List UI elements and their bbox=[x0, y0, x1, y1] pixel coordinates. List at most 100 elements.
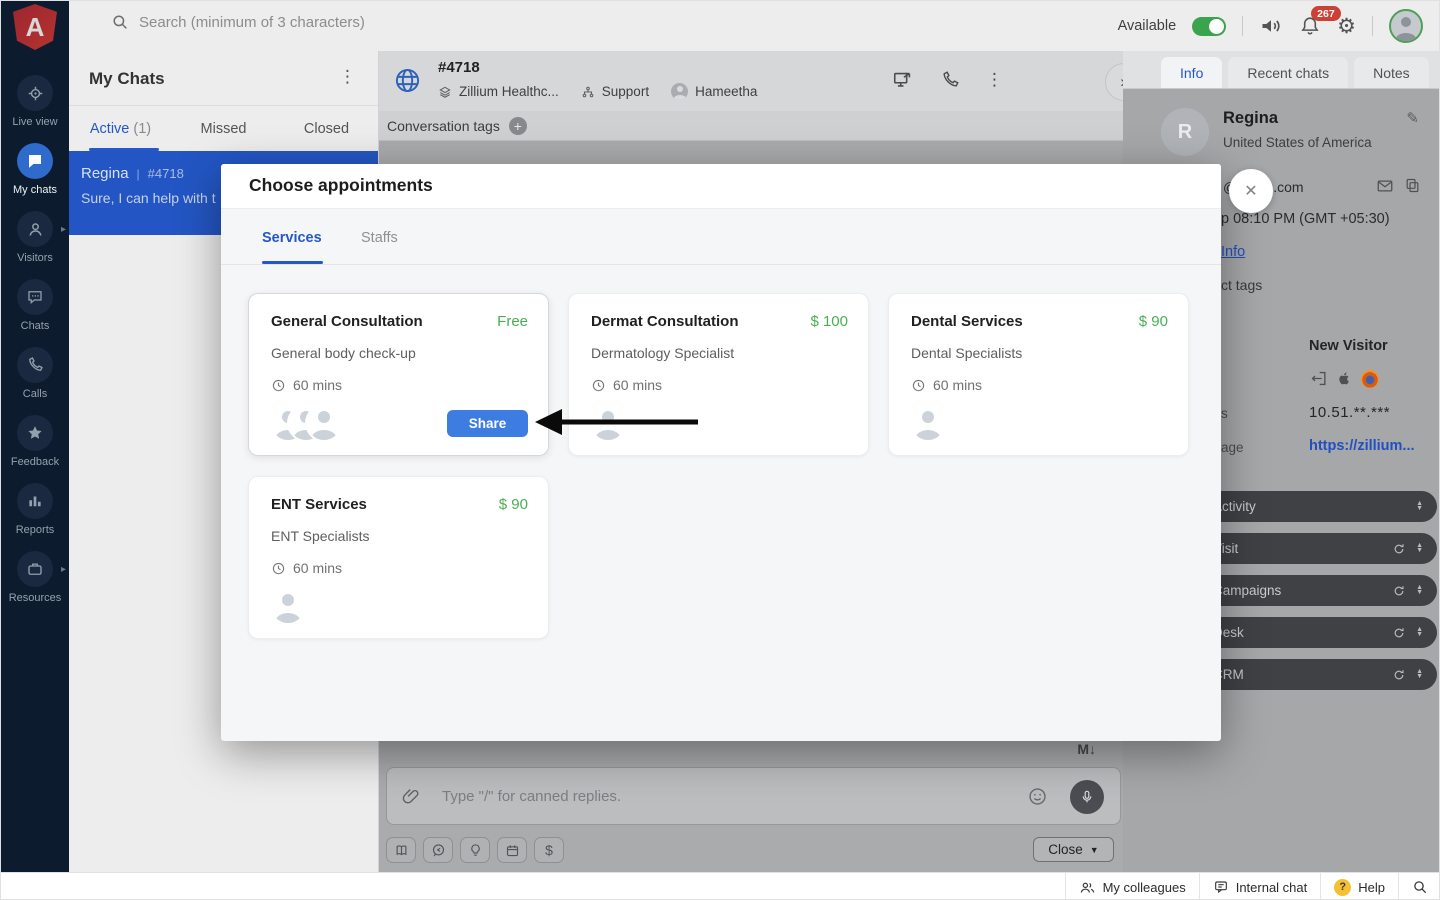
canned-replies-icon[interactable] bbox=[423, 837, 453, 863]
calendar-icon[interactable] bbox=[497, 837, 527, 863]
more-info-link[interactable]: Info bbox=[1221, 244, 1245, 260]
tab-staffs[interactable]: Staffs bbox=[361, 230, 398, 264]
visitor-source-icons bbox=[1309, 369, 1379, 388]
emoji-icon[interactable] bbox=[1027, 786, 1048, 807]
share-button[interactable]: Share bbox=[447, 410, 528, 437]
conversation-department: Support bbox=[601, 84, 650, 99]
kebab-menu-icon[interactable]: ⋮ bbox=[339, 67, 356, 87]
kebab-menu-icon[interactable]: ⋮ bbox=[986, 70, 1003, 90]
chat-bubble-icon bbox=[17, 143, 53, 179]
voice-note-button[interactable] bbox=[1070, 780, 1104, 814]
chats-icon bbox=[17, 279, 53, 315]
internal-chat-button[interactable]: Internal chat bbox=[1198, 873, 1321, 899]
statusbar-search-button[interactable] bbox=[1398, 873, 1439, 899]
refresh-icon[interactable] bbox=[1392, 626, 1406, 640]
conversation-tags-label: Conversation tags bbox=[387, 117, 500, 134]
department-icon bbox=[581, 85, 595, 99]
live-view-icon bbox=[17, 75, 53, 111]
chat-visitor-name: Regina bbox=[81, 165, 129, 182]
staff-avatar bbox=[271, 589, 305, 623]
tab-active[interactable]: Active (1) bbox=[69, 106, 172, 151]
help-icon: ? bbox=[1334, 878, 1352, 896]
refresh-icon[interactable] bbox=[1392, 584, 1406, 598]
apple-os-icon bbox=[1336, 370, 1353, 387]
clock-icon bbox=[911, 378, 926, 393]
divider bbox=[1372, 16, 1373, 36]
statusbar: My colleagues Internal chat ? Help bbox=[1, 872, 1439, 899]
sidebar-item-calls[interactable]: Calls bbox=[1, 347, 69, 415]
help-button[interactable]: ? Help bbox=[1320, 873, 1398, 899]
tab-closed[interactable]: Closed bbox=[275, 106, 378, 151]
sidebar-item-visitors[interactable]: Visitors ▸ bbox=[1, 211, 69, 279]
articles-icon[interactable] bbox=[386, 837, 416, 863]
visitor-status: New Visitor bbox=[1309, 338, 1388, 354]
service-description: Dental Specialists bbox=[911, 345, 1023, 361]
markdown-icon[interactable]: M↓ bbox=[1077, 741, 1096, 757]
layers-icon bbox=[438, 85, 452, 99]
sidebar-item-chats[interactable]: Chats bbox=[1, 279, 69, 347]
user-avatar[interactable] bbox=[1389, 9, 1423, 43]
service-name: Dental Services bbox=[911, 313, 1023, 330]
attachment-icon[interactable] bbox=[401, 786, 421, 806]
send-email-icon[interactable] bbox=[1376, 177, 1394, 195]
add-tag-button[interactable]: + bbox=[508, 116, 527, 135]
call-icon[interactable] bbox=[940, 70, 960, 90]
service-duration: 60 mins bbox=[933, 377, 983, 393]
sidebar-item-label: Resources bbox=[8, 592, 62, 604]
accordion-desk[interactable]: Desk ▲ ▼ bbox=[1197, 617, 1437, 648]
notifications-bell-icon[interactable]: 267 bbox=[1299, 6, 1341, 37]
close-chat-button[interactable]: Close ▼ bbox=[1033, 837, 1114, 862]
sidebar-item-live-view[interactable]: Live view bbox=[1, 75, 69, 143]
accordion-visit[interactable]: Visit ▲ ▼ bbox=[1197, 533, 1437, 564]
chevron-right-icon: ▸ bbox=[60, 224, 66, 235]
search-icon bbox=[1412, 879, 1428, 895]
availability-label: Available bbox=[1117, 18, 1177, 34]
visitor-page-link[interactable]: https://zillium... bbox=[1309, 438, 1415, 454]
sidebar-item-reports[interactable]: Reports bbox=[1, 483, 69, 551]
screen-share-icon[interactable] bbox=[892, 69, 914, 91]
visitor-country: United States of America bbox=[1223, 135, 1372, 150]
my-colleagues-button[interactable]: My colleagues bbox=[1064, 873, 1199, 899]
payment-icon[interactable]: $ bbox=[534, 837, 564, 863]
global-search-input[interactable] bbox=[139, 13, 469, 31]
edit-pencil-icon[interactable]: ✎ bbox=[1406, 109, 1419, 127]
tab-notes[interactable]: Notes bbox=[1354, 57, 1429, 88]
smart-suggestion-icon[interactable] bbox=[460, 837, 490, 863]
service-duration: 60 mins bbox=[293, 377, 343, 393]
chat-list-tabs: Active (1) Missed Closed bbox=[69, 106, 378, 151]
internal-chat-icon bbox=[1213, 879, 1229, 895]
sidebar-item-label: Visitors bbox=[17, 252, 53, 264]
modal-close-button[interactable]: ✕ bbox=[1229, 169, 1273, 213]
sidebar-item-resources[interactable]: Resources ▸ bbox=[1, 551, 69, 619]
accordion-crm[interactable]: CRM ▲ ▼ bbox=[1197, 659, 1437, 690]
refresh-icon[interactable] bbox=[1392, 542, 1406, 556]
clock-icon bbox=[591, 378, 606, 393]
star-icon bbox=[17, 415, 53, 451]
service-card-ent-services: ENT Services $ 90 ENT Specialists 60 min… bbox=[248, 476, 549, 639]
page-label: age bbox=[1221, 440, 1244, 455]
chat-list-title: My Chats bbox=[89, 69, 165, 88]
sound-icon[interactable] bbox=[1259, 14, 1283, 38]
tab-services[interactable]: Services bbox=[262, 230, 322, 264]
sidebar-item-label: Reports bbox=[15, 524, 55, 536]
tab-missed[interactable]: Missed bbox=[172, 106, 275, 151]
sidebar-item-feedback[interactable]: Feedback bbox=[1, 415, 69, 483]
entry-point-icon bbox=[1309, 369, 1328, 388]
accordion-activity[interactable]: Activity ▲ ▼ bbox=[1197, 491, 1437, 522]
refresh-icon[interactable] bbox=[1392, 668, 1406, 682]
person-icon bbox=[17, 211, 53, 247]
tab-info[interactable]: Info bbox=[1161, 57, 1223, 88]
availability-toggle[interactable] bbox=[1192, 16, 1227, 36]
visitor-name: Regina bbox=[1223, 109, 1279, 127]
sidebar-item-my-chats[interactable]: My chats bbox=[1, 143, 69, 211]
staff-avatar bbox=[307, 406, 341, 440]
settings-gear-icon[interactable]: ⚙ bbox=[1337, 16, 1356, 37]
tab-recent-chats[interactable]: Recent chats bbox=[1228, 57, 1349, 88]
clock-icon bbox=[271, 378, 286, 393]
accordion-campaigns[interactable]: Campaigns ▲ ▼ bbox=[1197, 575, 1437, 606]
contact-tags-label: ct tags bbox=[1221, 277, 1263, 293]
copy-icon[interactable] bbox=[1404, 177, 1421, 195]
message-input[interactable] bbox=[442, 772, 1042, 820]
divider bbox=[1242, 16, 1244, 36]
staff-avatars bbox=[911, 406, 945, 440]
